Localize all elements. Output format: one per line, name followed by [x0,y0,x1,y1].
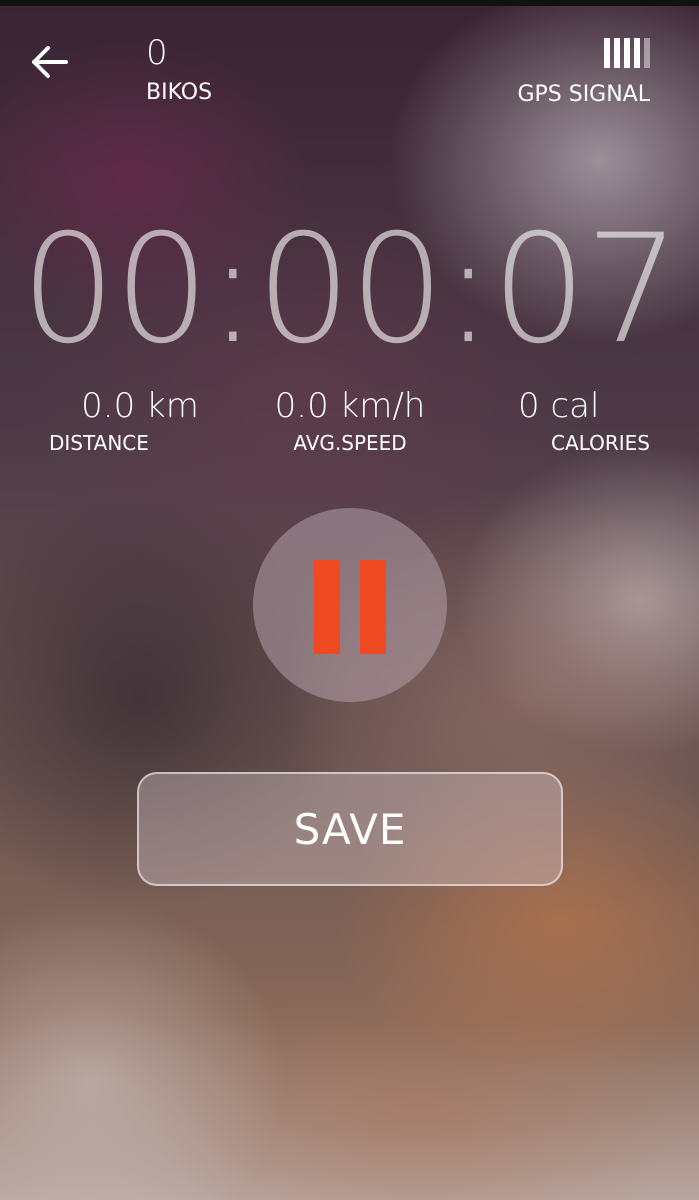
calories-value: 0 cal [518,386,600,426]
distance-value: 0.0 km [81,386,199,426]
avg-speed-value: 0.0 km/h [274,386,426,426]
signal-bar [624,38,630,68]
signal-bars-icon [517,38,650,68]
distance-label: DISTANCE [49,431,149,455]
status-bar-edge [0,0,699,6]
signal-bar [614,38,620,68]
signal-bar [604,38,610,68]
bikos-label: BIKOS [146,80,213,105]
avg-speed-label: AVG.SPEED [293,431,407,455]
pause-icon [360,560,386,654]
pause-button[interactable] [253,508,447,702]
save-button[interactable]: SAVE [137,772,563,886]
calories-label: CALORIES [551,431,650,455]
pause-icon [314,560,340,654]
calories-stat: 0 cal CALORIES [460,384,660,456]
signal-bar [644,38,650,68]
ride-stats: 0.0 km DISTANCE 0.0 km/h AVG.SPEED 0 cal… [0,384,699,474]
signal-bar [634,38,640,68]
gps-label: GPS SIGNAL [517,82,650,107]
elapsed-timer: 00:00:07 [20,203,681,377]
distance-stat: 0.0 km DISTANCE [40,384,240,456]
arrow-left-icon [32,46,68,78]
back-button[interactable] [28,40,72,84]
avg-speed-stat: 0.0 km/h AVG.SPEED [250,384,450,456]
gps-signal: GPS SIGNAL [517,38,650,108]
bikos-count: 0 [146,33,168,73]
bikos-counter: 0 BIKOS [146,34,212,106]
